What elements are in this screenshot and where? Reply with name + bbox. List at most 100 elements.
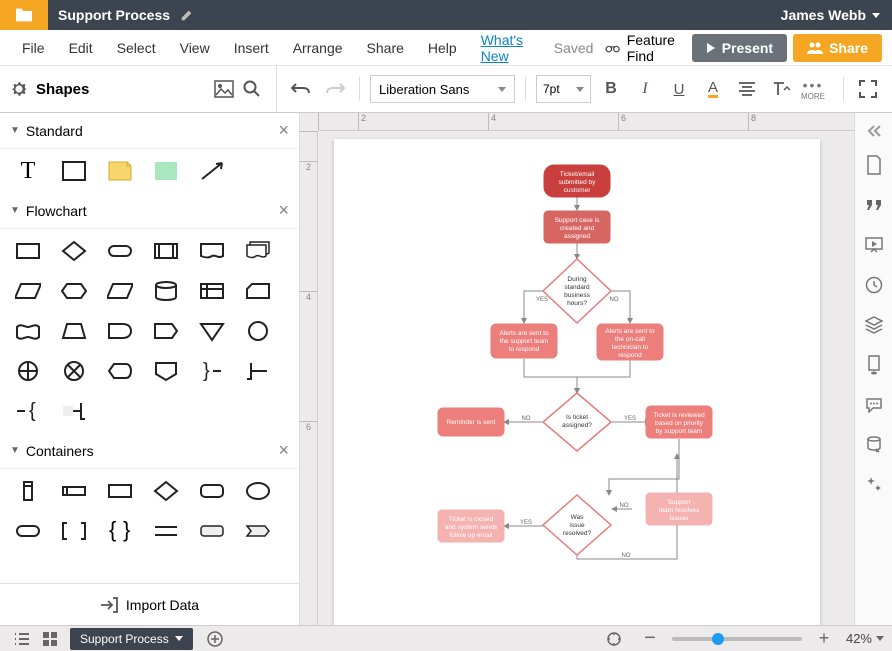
shape-card[interactable] xyxy=(244,277,272,305)
container-pill[interactable] xyxy=(14,517,42,545)
shape-note-l[interactable] xyxy=(60,397,88,425)
document-title[interactable]: Support Process xyxy=(48,7,180,23)
menu-edit[interactable]: Edit xyxy=(57,30,105,66)
menu-share[interactable]: Share xyxy=(355,30,416,66)
redo-button[interactable] xyxy=(321,75,349,103)
shape-pent[interactable] xyxy=(152,317,180,345)
align-button[interactable] xyxy=(733,75,761,103)
section-flowchart[interactable]: ▼ Flowchart × xyxy=(0,193,299,229)
container-circle[interactable] xyxy=(244,477,272,505)
zoom-out-button[interactable]: − xyxy=(636,628,664,650)
collapse-panel-button[interactable] xyxy=(855,119,892,143)
shape-sum[interactable] xyxy=(14,357,42,385)
flowchart-diagram[interactable]: YES NO NO YES YES NO NO Ticket/emailsubm… xyxy=(334,139,820,625)
menu-help[interactable]: Help xyxy=(416,30,469,66)
section-standard[interactable]: ▼ Standard × xyxy=(0,113,299,149)
close-icon[interactable]: × xyxy=(278,440,289,461)
bold-button[interactable]: B xyxy=(597,75,625,103)
shape-diamond[interactable] xyxy=(60,237,88,265)
user-menu[interactable]: James Webb xyxy=(769,7,892,23)
close-icon[interactable]: × xyxy=(278,200,289,221)
text-color-button[interactable]: A xyxy=(699,75,727,103)
menu-arrange[interactable]: Arrange xyxy=(281,30,355,66)
clock-icon[interactable] xyxy=(859,267,889,303)
container-rounded2[interactable] xyxy=(198,517,226,545)
shape-data[interactable] xyxy=(14,277,42,305)
folder-icon[interactable] xyxy=(0,0,48,30)
list-view-button[interactable] xyxy=(8,628,36,650)
shape-tape[interactable] xyxy=(14,317,42,345)
close-icon[interactable]: × xyxy=(278,120,289,141)
gear-icon[interactable] xyxy=(10,80,28,98)
image-icon[interactable] xyxy=(210,75,238,103)
container-hlane[interactable] xyxy=(60,477,88,505)
zoom-in-button[interactable]: + xyxy=(810,628,838,650)
green-rect-shape[interactable] xyxy=(152,157,180,185)
page-icon[interactable] xyxy=(859,147,889,183)
italic-button[interactable]: I xyxy=(631,75,659,103)
container-round[interactable] xyxy=(198,477,226,505)
shape-terminator[interactable] xyxy=(106,237,134,265)
database-icon[interactable] xyxy=(859,427,889,463)
shape-d[interactable] xyxy=(106,317,134,345)
shape-tri-down[interactable] xyxy=(198,317,226,345)
shape-note-r[interactable] xyxy=(244,357,272,385)
container-diamond[interactable] xyxy=(152,477,180,505)
search-icon[interactable] xyxy=(238,75,266,103)
shape-rect[interactable] xyxy=(14,237,42,265)
container-bracket-r[interactable] xyxy=(60,517,88,545)
menu-insert[interactable]: Insert xyxy=(222,30,281,66)
shape-db[interactable] xyxy=(152,277,180,305)
zoom-slider[interactable] xyxy=(672,637,802,641)
section-containers[interactable]: ▼ Containers × xyxy=(0,433,299,469)
present-panel-icon[interactable] xyxy=(859,227,889,263)
page[interactable]: YES NO NO YES YES NO NO Ticket/emailsubm… xyxy=(334,139,820,625)
quote-icon[interactable] xyxy=(859,187,889,223)
zoom-handle[interactable] xyxy=(712,633,724,645)
shape-internal[interactable] xyxy=(198,277,226,305)
shape-predef[interactable] xyxy=(152,237,180,265)
shape-display[interactable] xyxy=(106,357,134,385)
container-dline[interactable] xyxy=(152,517,180,545)
zoom-percent[interactable]: 42% xyxy=(846,631,884,646)
shape-multidoc[interactable] xyxy=(244,237,272,265)
layers-icon[interactable] xyxy=(859,307,889,343)
menu-file[interactable]: File xyxy=(10,30,57,66)
container-rect[interactable] xyxy=(106,477,134,505)
comment-icon[interactable] xyxy=(859,387,889,423)
font-select[interactable]: Liberation Sans xyxy=(370,75,515,103)
note-shape[interactable] xyxy=(106,157,134,185)
container-chevron[interactable] xyxy=(244,517,272,545)
menu-select[interactable]: Select xyxy=(105,30,168,66)
pencil-icon[interactable] xyxy=(180,8,194,22)
shape-hex[interactable] xyxy=(60,277,88,305)
zoom-target-button[interactable] xyxy=(600,628,628,650)
square-shape[interactable] xyxy=(60,157,88,185)
feature-find[interactable]: Feature Find xyxy=(605,32,681,64)
menu-whats-new[interactable]: What's New xyxy=(469,30,542,66)
share-button[interactable]: Share xyxy=(793,34,882,62)
size-select[interactable]: 7pt xyxy=(536,75,591,103)
present-button[interactable]: Present xyxy=(692,34,787,62)
underline-button[interactable]: U xyxy=(665,75,693,103)
shape-doc[interactable] xyxy=(198,237,226,265)
shape-trap[interactable] xyxy=(60,317,88,345)
undo-button[interactable] xyxy=(287,75,315,103)
canvas-area[interactable]: 2 4 6 8 2 4 6 xyxy=(300,113,854,625)
shape-brace-l[interactable]: { xyxy=(14,397,42,425)
arrow-shape[interactable] xyxy=(198,157,226,185)
grid-view-button[interactable] xyxy=(36,628,64,650)
paint-icon[interactable] xyxy=(859,347,889,383)
shape-or[interactable] xyxy=(60,357,88,385)
sparkle-icon[interactable] xyxy=(859,467,889,503)
shape-brace-r[interactable]: } xyxy=(198,357,226,385)
shape-circle[interactable] xyxy=(244,317,272,345)
shape-offpage[interactable] xyxy=(152,357,180,385)
import-data-button[interactable]: Import Data xyxy=(0,583,299,625)
shape-parallel[interactable] xyxy=(106,277,134,305)
fullscreen-button[interactable] xyxy=(854,75,882,103)
text-shape[interactable]: T xyxy=(14,157,42,185)
container-brace[interactable]: {} xyxy=(106,517,134,545)
container-vlane[interactable] xyxy=(14,477,42,505)
add-page-button[interactable] xyxy=(201,628,229,650)
